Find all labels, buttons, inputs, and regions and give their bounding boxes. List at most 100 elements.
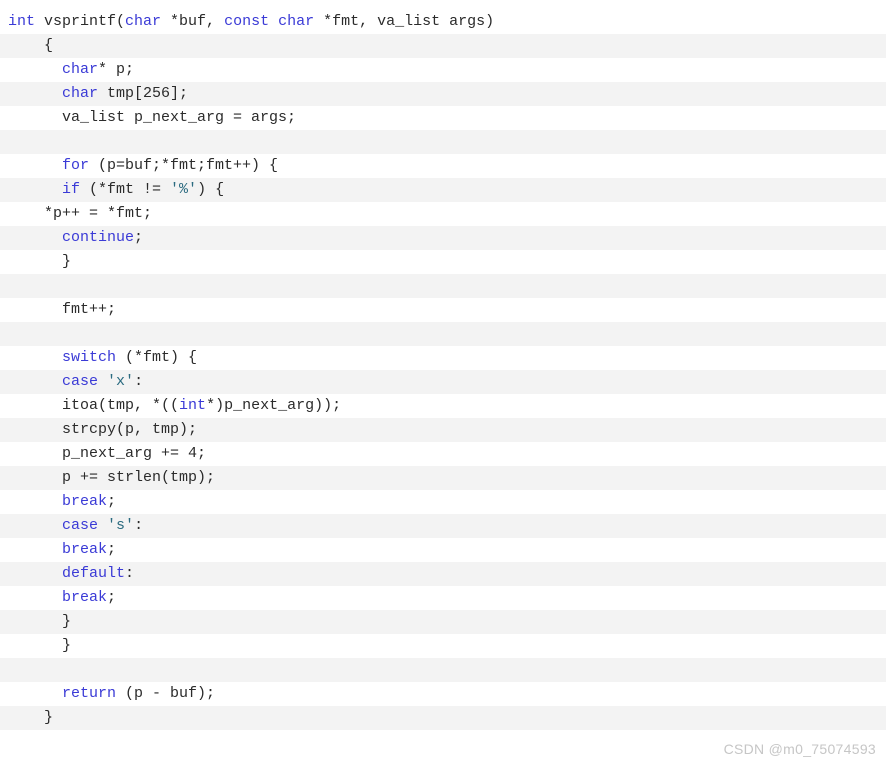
code-token-plain: *)p_next_arg)); xyxy=(206,397,342,414)
code-line: *p++ = *fmt; xyxy=(0,202,886,226)
code-token-plain: va_list p_next_arg = args; xyxy=(62,109,297,126)
code-token-plain: *buf, xyxy=(161,13,225,30)
code-token-kw: for xyxy=(62,157,90,174)
code-token-kw: break xyxy=(62,589,108,606)
code-token-plain: *fmt, va_list args) xyxy=(314,13,495,30)
code-block: int vsprintf(char *buf, const char *fmt,… xyxy=(0,0,886,763)
code-line: break; xyxy=(0,538,886,562)
code-token-str: 'x' xyxy=(107,373,135,390)
code-token-plain: } xyxy=(62,253,72,270)
code-line: p += strlen(tmp); xyxy=(0,466,886,490)
code-token-plain: *p++ = *fmt; xyxy=(44,205,153,222)
code-line: itoa(tmp, *((int*)p_next_arg)); xyxy=(0,394,886,418)
code-line xyxy=(0,658,886,682)
code-token-plain: p += strlen(tmp); xyxy=(62,469,216,486)
code-token-str: '%' xyxy=(170,181,198,198)
code-token-plain: (*fmt) { xyxy=(116,349,198,366)
code-token-kw: char xyxy=(62,85,99,102)
code-line: p_next_arg += 4; xyxy=(0,442,886,466)
code-token-kw: char xyxy=(62,61,99,78)
code-line: case 'x': xyxy=(0,370,886,394)
code-token-plain: tmp[256]; xyxy=(98,85,189,102)
code-line xyxy=(0,322,886,346)
code-token-kw: int xyxy=(8,13,36,30)
code-token-plain: (p - buf); xyxy=(116,685,216,702)
code-token-plain: (*fmt != xyxy=(80,181,171,198)
code-token-kw: break xyxy=(62,493,108,510)
code-token-kw: const xyxy=(224,13,270,30)
code-token-plain: ; xyxy=(107,589,117,606)
code-token-kw: int xyxy=(179,397,207,414)
code-lines-container[interactable]: int vsprintf(char *buf, const char *fmt,… xyxy=(0,10,886,754)
code-line: fmt++; xyxy=(0,298,886,322)
code-line: strcpy(p, tmp); xyxy=(0,418,886,442)
code-token-str: 's' xyxy=(107,517,135,534)
code-token-kw: break xyxy=(62,541,108,558)
code-token-plain: * p; xyxy=(98,61,135,78)
code-line: } xyxy=(0,706,886,730)
code-token-plain: strcpy(p, tmp); xyxy=(62,421,198,438)
code-line xyxy=(0,130,886,154)
code-line: case 's': xyxy=(0,514,886,538)
code-line: } xyxy=(0,610,886,634)
code-token-plain: } xyxy=(44,709,54,726)
code-token-plain: : xyxy=(134,517,144,534)
code-token-plain: p_next_arg += 4; xyxy=(62,445,207,462)
csdn-watermark: CSDN @m0_75074593 xyxy=(723,741,876,757)
code-line: continue; xyxy=(0,226,886,250)
code-token-plain: ) { xyxy=(197,181,225,198)
code-token-plain: (p=buf;*fmt;fmt++) { xyxy=(89,157,279,174)
code-token-kw: case xyxy=(62,373,99,390)
code-token-plain: } xyxy=(62,613,72,630)
code-token-kw: char xyxy=(125,13,162,30)
code-line: char tmp[256]; xyxy=(0,82,886,106)
code-token-kw: char xyxy=(278,13,315,30)
code-token-plain: : xyxy=(125,565,135,582)
code-line: if (*fmt != '%') { xyxy=(0,178,886,202)
code-token-kw: default xyxy=(62,565,126,582)
code-token-kw: switch xyxy=(62,349,117,366)
code-line: } xyxy=(0,634,886,658)
code-line: default: xyxy=(0,562,886,586)
code-line xyxy=(0,274,886,298)
code-token-kw: return xyxy=(62,685,117,702)
code-line: break; xyxy=(0,490,886,514)
code-line: { xyxy=(0,34,886,58)
code-line: va_list p_next_arg = args; xyxy=(0,106,886,130)
code-token-plain: ; xyxy=(107,493,117,510)
code-line: } xyxy=(0,250,886,274)
code-line: switch (*fmt) { xyxy=(0,346,886,370)
code-token-kw: continue xyxy=(62,229,135,246)
code-token-kw: case xyxy=(62,517,99,534)
code-token-plain: { xyxy=(44,37,54,54)
code-token-plain: } xyxy=(62,637,72,654)
code-line: return (p - buf); xyxy=(0,682,886,706)
code-line: char* p; xyxy=(0,58,886,82)
code-token-plain: vsprintf( xyxy=(35,13,126,30)
